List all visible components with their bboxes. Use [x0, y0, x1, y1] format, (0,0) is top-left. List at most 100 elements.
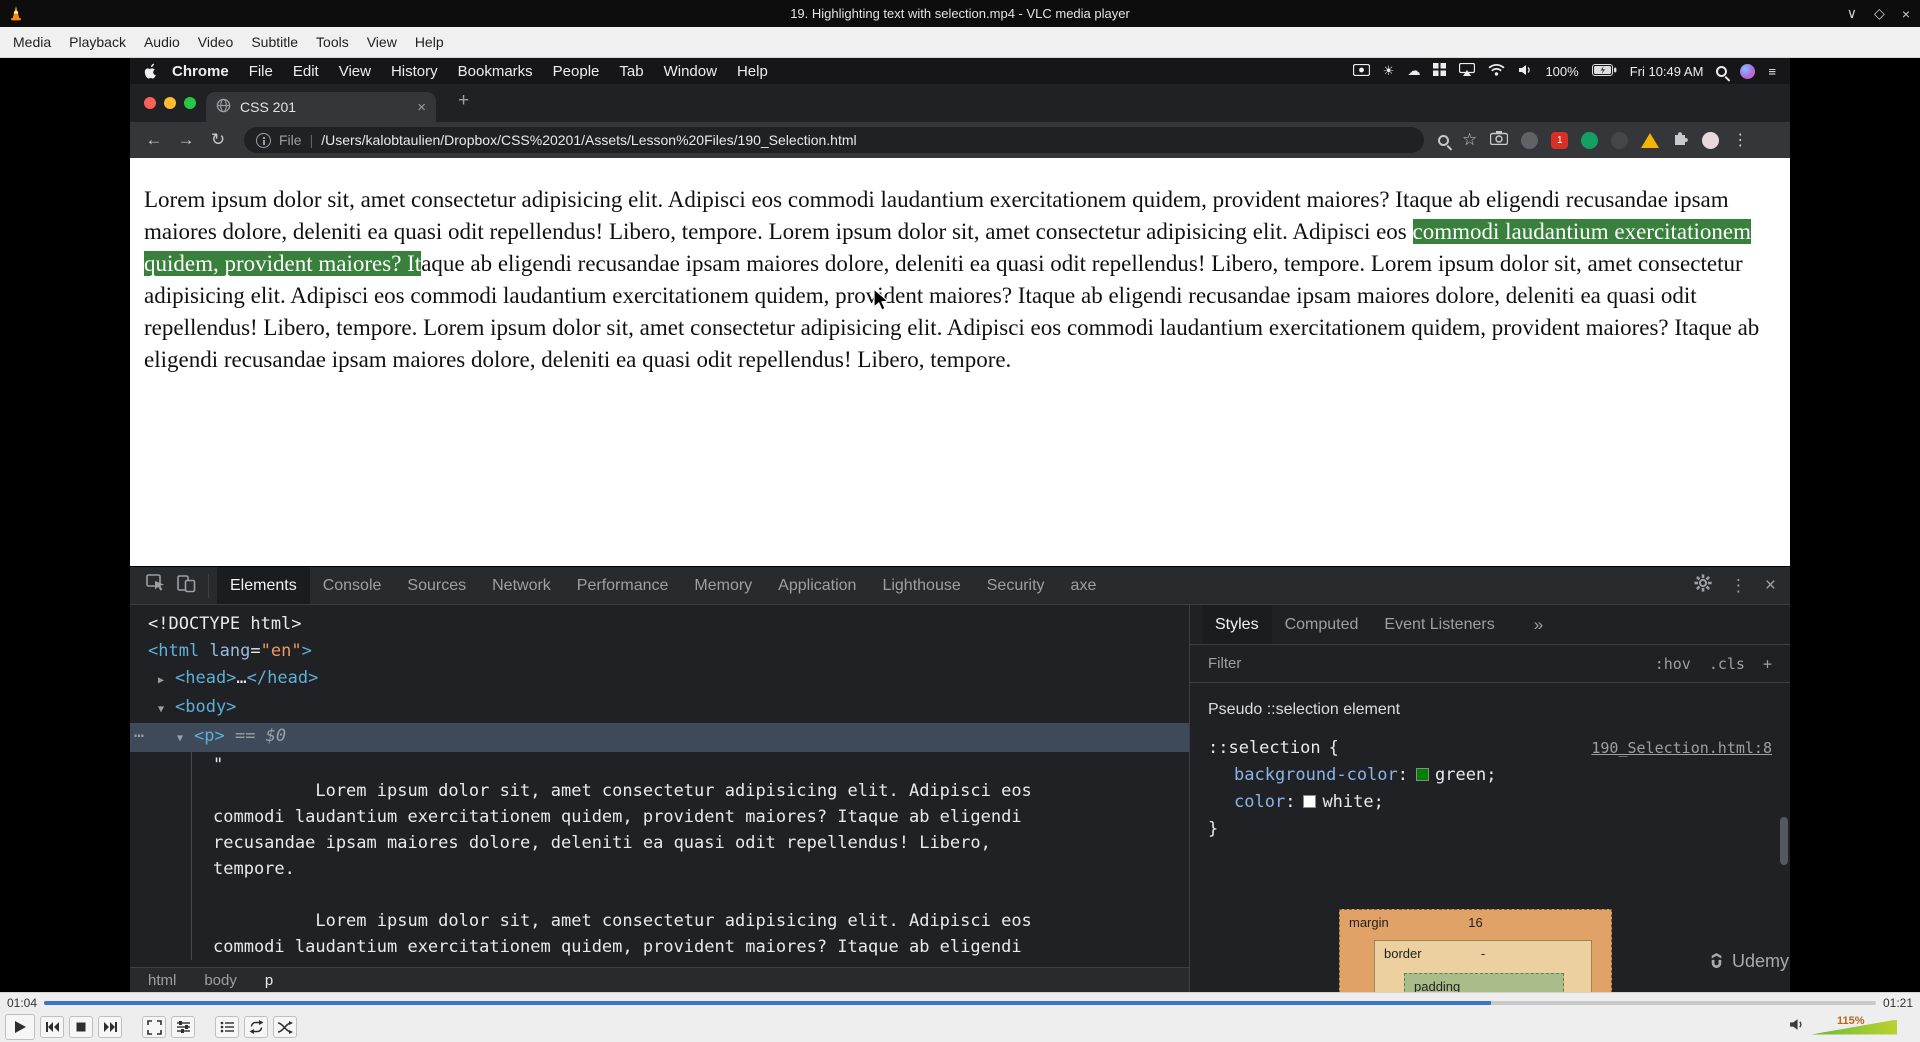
next-button[interactable]: [98, 1016, 122, 1038]
window-grid-icon[interactable]: [1433, 63, 1447, 79]
extended-settings-button[interactable]: [171, 1016, 195, 1038]
extensions-puzzle-icon[interactable]: [1672, 129, 1689, 151]
screenshot-extension-icon[interactable]: [1490, 130, 1509, 150]
dom-node[interactable]: ▶ <head>…</head>: [130, 665, 1189, 694]
cloud-icon[interactable]: ☁: [1407, 63, 1420, 79]
devtools-tab-axe[interactable]: axe: [1058, 567, 1110, 604]
devtools-tab-lighthouse[interactable]: Lighthouse: [869, 567, 973, 604]
siri-icon[interactable]: [1740, 63, 1756, 79]
browser-tab-css-201[interactable]: CSS 201 ×: [206, 92, 436, 122]
vlc-menu-playback[interactable]: Playback: [60, 27, 135, 58]
css-selector[interactable]: ::selection: [1208, 735, 1321, 762]
vlc-menu-video[interactable]: Video: [189, 27, 243, 58]
expanded-arrow-icon[interactable]: ▼: [158, 696, 175, 723]
wifi-icon[interactable]: [1488, 63, 1505, 79]
devtools-kebab-icon[interactable]: ⋮: [1730, 576, 1747, 596]
mac-menu-window[interactable]: Window: [654, 63, 727, 80]
new-tab-button[interactable]: +: [458, 90, 469, 112]
dom-node[interactable]: ▼ <body>: [130, 694, 1189, 723]
bookmark-star-icon[interactable]: ☆: [1462, 130, 1477, 150]
color-swatch[interactable]: [1416, 768, 1430, 781]
dom-node[interactable]: <html lang="en">: [130, 638, 1189, 665]
box-model-margin-top-value[interactable]: 16: [1340, 915, 1611, 930]
color-swatch[interactable]: [1303, 795, 1317, 808]
playlist-button[interactable]: [215, 1016, 239, 1038]
css-declaration-background-color[interactable]: background-color: green;: [1208, 762, 1772, 789]
reload-button[interactable]: ↻: [204, 130, 232, 150]
styles-toggle-hov[interactable]: :hov: [1655, 655, 1691, 673]
vlc-menu-help[interactable]: Help: [406, 27, 453, 58]
mac-minimize-button[interactable]: [164, 97, 176, 109]
stop-button[interactable]: [69, 1016, 93, 1038]
device-toolbar-icon[interactable]: [177, 574, 196, 598]
dom-node[interactable]: ⋯ ▼ <p> == $0: [130, 723, 1189, 752]
play-button[interactable]: [5, 1014, 35, 1040]
breadcrumb-p[interactable]: p: [265, 972, 273, 989]
extension-light-icon[interactable]: [1702, 131, 1720, 149]
mac-close-button[interactable]: [144, 97, 156, 109]
mac-menu-tab[interactable]: Tab: [609, 63, 653, 80]
styles-toggle-item[interactable]: +: [1763, 655, 1772, 673]
more-tabs-icon[interactable]: »: [1534, 615, 1543, 635]
mac-menu-help[interactable]: Help: [727, 63, 778, 80]
mac-menu-view[interactable]: View: [329, 63, 381, 80]
devtools-tab-sources[interactable]: Sources: [394, 567, 479, 604]
devtools-tab-application[interactable]: Application: [765, 567, 869, 604]
devtools-settings-gear-icon[interactable]: [1694, 574, 1712, 597]
page-info-icon[interactable]: [256, 132, 271, 148]
mac-menu-bookmarks[interactable]: Bookmarks: [448, 63, 543, 80]
previous-button[interactable]: [40, 1016, 64, 1038]
speaker-icon[interactable]: [1789, 1018, 1804, 1036]
sidebar-tab-event-listeners[interactable]: Event Listeners: [1371, 605, 1507, 644]
back-button[interactable]: ←: [140, 130, 168, 150]
vlc-menu-tools[interactable]: Tools: [307, 27, 358, 58]
dom-node[interactable]: <!DOCTYPE html>: [130, 611, 1189, 638]
mac-menu-edit[interactable]: Edit: [283, 63, 329, 80]
maximize-button[interactable]: ◇: [1874, 5, 1885, 22]
mac-menu-people[interactable]: People: [543, 63, 610, 80]
control-center-icon[interactable]: ≡: [1768, 64, 1776, 79]
minimize-button[interactable]: ∨: [1847, 5, 1857, 22]
mac-app-menu-chrome[interactable]: Chrome: [162, 63, 239, 80]
video-frame[interactable]: Chrome File Edit View History Bookmarks Peopl…: [130, 58, 1790, 992]
devtools-tab-elements[interactable]: Elements: [217, 567, 310, 604]
browser-menu-kebab-icon[interactable]: ⋮: [1732, 130, 1748, 150]
mac-menu-file[interactable]: File: [239, 63, 283, 80]
seek-bar[interactable]: [44, 1000, 1876, 1005]
css-source-link[interactable]: 190_Selection.html:8: [1591, 735, 1772, 762]
devtools-close-icon[interactable]: ×: [1765, 575, 1776, 597]
sidebar-tab-computed[interactable]: Computed: [1272, 605, 1372, 644]
mac-menu-history[interactable]: History: [381, 63, 448, 80]
styles-toggle-cls[interactable]: .cls: [1709, 655, 1745, 673]
devtools-tab-memory[interactable]: Memory: [681, 567, 765, 604]
screen-record-icon[interactable]: [1352, 63, 1370, 79]
devtools-tab-performance[interactable]: Performance: [564, 567, 682, 604]
extension-green-icon[interactable]: [1581, 131, 1599, 149]
forward-button[interactable]: →: [172, 130, 200, 150]
devtools-tab-console[interactable]: Console: [310, 567, 395, 604]
zoom-icon[interactable]: [1438, 134, 1449, 146]
vlc-menu-view[interactable]: View: [358, 27, 406, 58]
tab-close-icon[interactable]: ×: [417, 99, 426, 116]
expanded-arrow-icon[interactable]: ▼: [177, 725, 194, 752]
extension-triangle-icon[interactable]: [1641, 132, 1660, 148]
devtools-tab-network[interactable]: Network: [479, 567, 564, 604]
extension-gray-icon[interactable]: [1521, 131, 1539, 149]
box-model-diagram[interactable]: margin 16 border - padding: [1339, 909, 1612, 992]
box-model-padding-box[interactable]: padding: [1404, 973, 1564, 992]
vlc-menu-subtitle[interactable]: Subtitle: [242, 27, 307, 58]
volume-control[interactable]: 115%: [1789, 1015, 1915, 1036]
extension-dark-icon[interactable]: [1611, 131, 1629, 149]
spotlight-search-icon[interactable]: [1716, 65, 1728, 77]
box-model-border-top-value[interactable]: -: [1375, 946, 1591, 961]
devtools-tab-security[interactable]: Security: [974, 567, 1058, 604]
vlc-menu-media[interactable]: Media: [4, 27, 60, 58]
fullscreen-button[interactable]: [142, 1016, 166, 1038]
breadcrumb-html[interactable]: html: [148, 972, 176, 989]
extension-red-badge-icon[interactable]: 1: [1551, 131, 1569, 149]
menubar-clock[interactable]: Fri 10:49 AM: [1630, 64, 1704, 79]
address-bar[interactable]: File | /Users/kalobtaulien/Dropbox/CSS%2…: [244, 127, 1424, 153]
mac-zoom-button[interactable]: [184, 97, 196, 109]
vlc-menu-audio[interactable]: Audio: [135, 27, 189, 58]
close-button[interactable]: ×: [1902, 6, 1910, 22]
